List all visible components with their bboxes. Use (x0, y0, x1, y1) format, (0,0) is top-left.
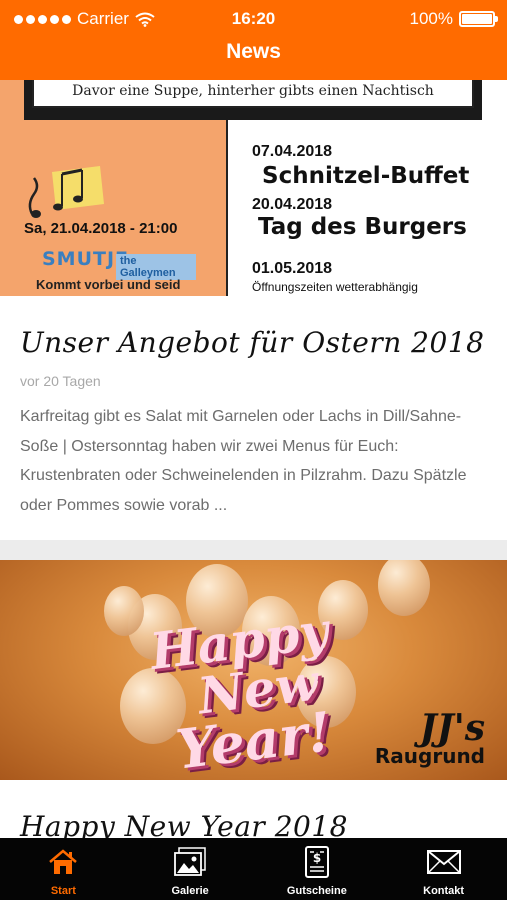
tab-label: Start (50, 885, 76, 897)
event-name: Tag des Burgers (258, 214, 467, 240)
event-date: 20.04.2018 (252, 196, 333, 213)
news-title[interactable]: Happy New Year 2018 (20, 810, 487, 838)
tab-label: Gutscheine (286, 885, 347, 897)
news-age: vor 20 Tagen (20, 373, 101, 389)
battery-status: 100% (409, 9, 498, 29)
mail-icon (424, 843, 464, 881)
news-excerpt: Karfreitag gibt es Salat mit Garnelen od… (20, 408, 467, 514)
event-date: Sa, 21.04.2018 - 21:00 (24, 220, 178, 237)
band-tagline: Kommt vorbei und seid (36, 277, 181, 292)
app-header: Carrier 16:20 100% News (0, 0, 507, 80)
news-card[interactable]: Happy New Year! JJ's Raugrund Happy New … (0, 560, 507, 838)
tab-galerie[interactable]: Galerie (127, 838, 254, 900)
tab-gutscheine[interactable]: $ Gutscheine (254, 838, 381, 900)
voucher-icon: $ (297, 843, 337, 881)
svg-text:$: $ (313, 851, 321, 865)
battery-percent: 100% (409, 9, 453, 28)
band-logo: SMUTJE the Galleymen (42, 246, 196, 280)
brand-logo: JJ's Raugrund (374, 707, 485, 768)
tab-bar: Start Galerie $ Gutscheine Kontakt (0, 838, 507, 900)
news-card-image[interactable]: Happy New Year! JJ's Raugrund (0, 560, 507, 780)
home-icon (43, 843, 83, 881)
tab-label: Kontakt (423, 885, 465, 897)
event-date: 07.04.2018 (252, 143, 333, 160)
news-card[interactable]: Davor eine Suppe, hinterher gibts einen … (0, 80, 507, 540)
music-notes-icon (28, 166, 104, 218)
news-feed[interactable]: Davor eine Suppe, hinterher gibts einen … (0, 80, 507, 838)
happy-new-year-artwork: Happy New Year! (146, 600, 335, 780)
poster-banner: Davor eine Suppe, hinterher gibts einen … (32, 80, 474, 108)
gallery-icon (170, 843, 210, 881)
page-title: News (226, 40, 281, 63)
event-name: Schnitzel-Buffet (262, 163, 470, 189)
news-card-image[interactable]: Davor eine Suppe, hinterher gibts einen … (0, 80, 507, 296)
event-name: Öffnungszeiten wetterabhängig (252, 280, 418, 294)
tab-kontakt[interactable]: Kontakt (380, 838, 507, 900)
tab-start[interactable]: Start (0, 838, 127, 900)
event-date: 01.05.2018 (252, 260, 333, 277)
status-bar: Carrier 16:20 100% (0, 0, 507, 38)
news-title[interactable]: Unser Angebot für Ostern 2018 (20, 326, 487, 359)
battery-icon (459, 11, 498, 27)
tab-label: Galerie (171, 885, 209, 897)
